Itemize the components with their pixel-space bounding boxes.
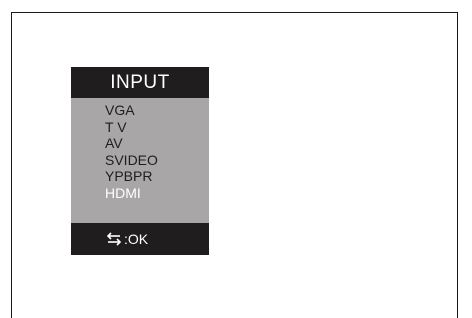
input-menu: INPUT VGA T V AV SVIDEO YPBPR HDMI :OK	[71, 67, 209, 255]
input-option-hdmi[interactable]: HDMI	[71, 185, 209, 202]
input-option-svideo[interactable]: SVIDEO	[71, 152, 209, 169]
input-source-list: VGA T V AV SVIDEO YPBPR HDMI	[71, 98, 209, 223]
swap-arrows-icon	[105, 232, 123, 246]
footer-ok-label: :OK	[124, 231, 149, 247]
menu-title: INPUT	[71, 67, 209, 98]
menu-footer-hint: :OK	[71, 223, 209, 255]
input-option-tv[interactable]: T V	[71, 119, 209, 136]
input-option-ypbpr[interactable]: YPBPR	[71, 168, 209, 185]
input-option-vga[interactable]: VGA	[71, 102, 209, 119]
input-option-av[interactable]: AV	[71, 135, 209, 152]
